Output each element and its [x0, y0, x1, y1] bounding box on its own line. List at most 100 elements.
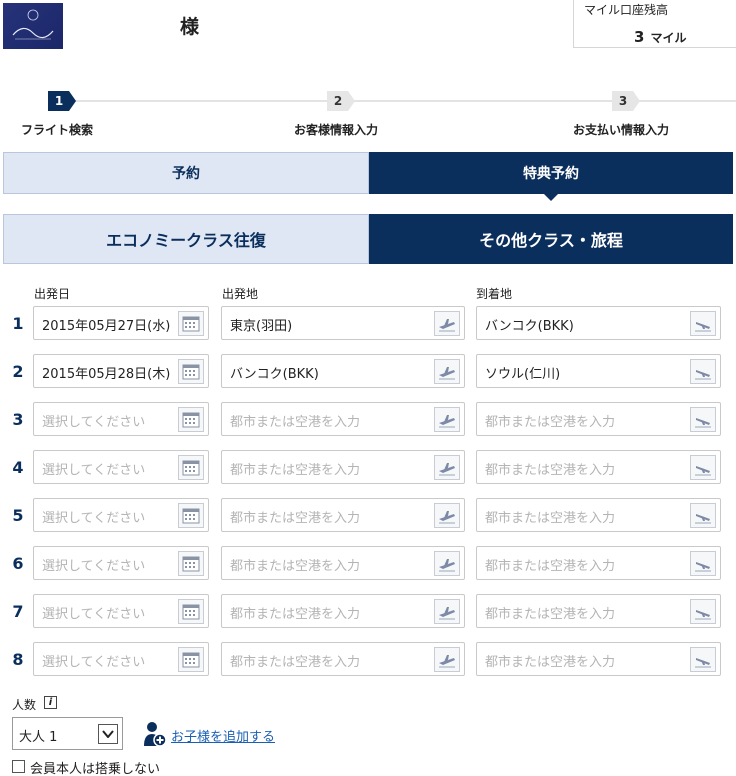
leg-destination-field[interactable]: 都市または空港を入力 [476, 498, 721, 532]
leg-origin-field[interactable]: 都市または空港を入力 [221, 642, 465, 676]
leg-origin-field[interactable]: 都市または空港を入力 [221, 546, 465, 580]
leg-number: 5 [12, 506, 24, 525]
departure-plane-icon[interactable] [434, 455, 460, 480]
departure-plane-icon[interactable] [434, 407, 460, 432]
leg-date-placeholder: 選択してください [42, 415, 146, 430]
add-child-icon[interactable] [143, 720, 167, 748]
departure-plane-icon[interactable] [434, 599, 460, 624]
leg-date-field[interactable]: 選択してください [33, 498, 209, 532]
tab-award-booking[interactable]: 特典予約 [369, 152, 733, 201]
itinerary-type-tabs: エコノミークラス往復 その他クラス・旅程 [3, 214, 733, 264]
passenger-count-label: 人数 [12, 698, 37, 712]
leg-origin-field[interactable]: バンコク(BKK) [221, 354, 465, 388]
arrival-plane-icon[interactable] [690, 599, 716, 624]
step-3-marker: 3 [612, 91, 640, 111]
leg-date-placeholder: 選択してください [42, 463, 146, 478]
calendar-icon[interactable] [178, 551, 204, 576]
departure-plane-icon[interactable] [434, 503, 460, 528]
leg-number: 2 [12, 362, 24, 381]
leg-origin-value: 東京(羽田) [230, 319, 293, 334]
chevron-down-icon[interactable] [98, 724, 118, 744]
leg-destination-field[interactable]: 都市または空港を入力 [476, 594, 721, 628]
leg-destination-field[interactable]: 都市または空港を入力 [476, 546, 721, 580]
calendar-icon[interactable] [178, 311, 204, 336]
column-header-destination: 到着地 [476, 287, 513, 301]
leg-date-field[interactable]: 2015年05月27日(水) [33, 306, 209, 340]
leg-number: 6 [12, 554, 24, 573]
departure-plane-icon[interactable] [434, 359, 460, 384]
leg-destination-field[interactable]: バンコク(BKK) [476, 306, 721, 340]
calendar-icon[interactable] [178, 599, 204, 624]
step-1-label: フライト検索 [21, 123, 94, 137]
leg-date-placeholder: 選択してください [42, 607, 146, 622]
calendar-icon[interactable] [178, 647, 204, 672]
leg-destination-placeholder: 都市または空港を入力 [485, 511, 616, 526]
arrival-plane-icon[interactable] [690, 647, 716, 672]
tab-economy-roundtrip[interactable]: エコノミークラス往復 [3, 214, 369, 264]
leg-destination-placeholder: 都市または空港を入力 [485, 415, 616, 430]
add-child-link[interactable]: お子様を追加する [171, 726, 275, 745]
leg-date-placeholder: 選択してください [42, 655, 146, 670]
departure-plane-icon[interactable] [434, 647, 460, 672]
leg-destination-placeholder: 都市または空港を入力 [485, 463, 616, 478]
miles-balance-label: マイル口座残高 [584, 3, 669, 17]
arrival-plane-icon[interactable] [690, 407, 716, 432]
leg-origin-placeholder: 都市または空港を入力 [230, 415, 361, 430]
booking-type-tabs: 予約 特典予約 [3, 152, 733, 201]
info-icon[interactable]: i [44, 696, 57, 709]
leg-origin-field[interactable]: 都市または空港を入力 [221, 594, 465, 628]
leg-destination-field[interactable]: ソウル(仁川) [476, 354, 721, 388]
column-header-origin: 出発地 [222, 287, 259, 301]
leg-number: 4 [12, 458, 24, 477]
leg-destination-placeholder: 都市または空港を入力 [485, 559, 616, 574]
leg-origin-field[interactable]: 都市または空港を入力 [221, 402, 465, 436]
leg-origin-field[interactable]: 都市または空港を入力 [221, 498, 465, 532]
leg-date-field[interactable]: 2015年05月28日(木) [33, 354, 209, 388]
tab-other-class-itinerary[interactable]: その他クラス・旅程 [369, 214, 733, 264]
step-2-label: お客様情報入力 [294, 123, 379, 137]
leg-date-field[interactable]: 選択してください [33, 546, 209, 580]
calendar-icon[interactable] [178, 455, 204, 480]
leg-origin-placeholder: 都市または空港を入力 [230, 463, 361, 478]
leg-destination-value: ソウル(仁川) [485, 367, 561, 382]
miles-unit: マイル [650, 31, 687, 45]
step-2-marker: 2 [327, 91, 355, 111]
leg-number: 3 [12, 410, 24, 429]
arrival-plane-icon[interactable] [690, 311, 716, 336]
leg-date-field[interactable]: 選択してください [33, 642, 209, 676]
leg-origin-value: バンコク(BKK) [230, 367, 319, 382]
calendar-icon[interactable] [178, 503, 204, 528]
arrival-plane-icon[interactable] [690, 551, 716, 576]
leg-date-placeholder: 選択してください [42, 511, 146, 526]
arrival-plane-icon[interactable] [690, 455, 716, 480]
leg-date-value: 2015年05月28日(木) [42, 367, 171, 382]
leg-date-value: 2015年05月27日(水) [42, 319, 171, 334]
tab-regular-booking[interactable]: 予約 [3, 152, 369, 194]
leg-origin-placeholder: 都市または空港を入力 [230, 607, 361, 622]
arrival-plane-icon[interactable] [690, 503, 716, 528]
departure-plane-icon[interactable] [434, 551, 460, 576]
leg-destination-field[interactable]: 都市または空港を入力 [476, 450, 721, 484]
passenger-count-select[interactable]: 大人 1 [12, 717, 123, 750]
leg-destination-field[interactable]: 都市または空港を入力 [476, 402, 721, 436]
leg-origin-field[interactable]: 東京(羽田) [221, 306, 465, 340]
miles-balance-panel: マイル口座残高 3 マイル [573, 0, 736, 48]
leg-destination-placeholder: 都市または空港を入力 [485, 655, 616, 670]
calendar-icon[interactable] [178, 359, 204, 384]
member-not-boarding-checkbox[interactable] [12, 760, 25, 773]
leg-date-field[interactable]: 選択してください [33, 594, 209, 628]
leg-origin-placeholder: 都市または空港を入力 [230, 655, 361, 670]
leg-number: 8 [12, 650, 24, 669]
platinum-logo-mark [12, 9, 54, 40]
leg-destination-field[interactable]: 都市または空港を入力 [476, 642, 721, 676]
leg-date-placeholder: 選択してください [42, 559, 146, 574]
passenger-count-value: 大人 1 [19, 730, 58, 745]
departure-plane-icon[interactable] [434, 311, 460, 336]
leg-date-field[interactable]: 選択してください [33, 450, 209, 484]
arrival-plane-icon[interactable] [690, 359, 716, 384]
calendar-icon[interactable] [178, 407, 204, 432]
miles-number: 3 [634, 28, 645, 46]
leg-origin-field[interactable]: 都市または空港を入力 [221, 450, 465, 484]
leg-date-field[interactable]: 選択してください [33, 402, 209, 436]
member-not-boarding-label: 会員本人は搭乗しない [30, 762, 161, 776]
